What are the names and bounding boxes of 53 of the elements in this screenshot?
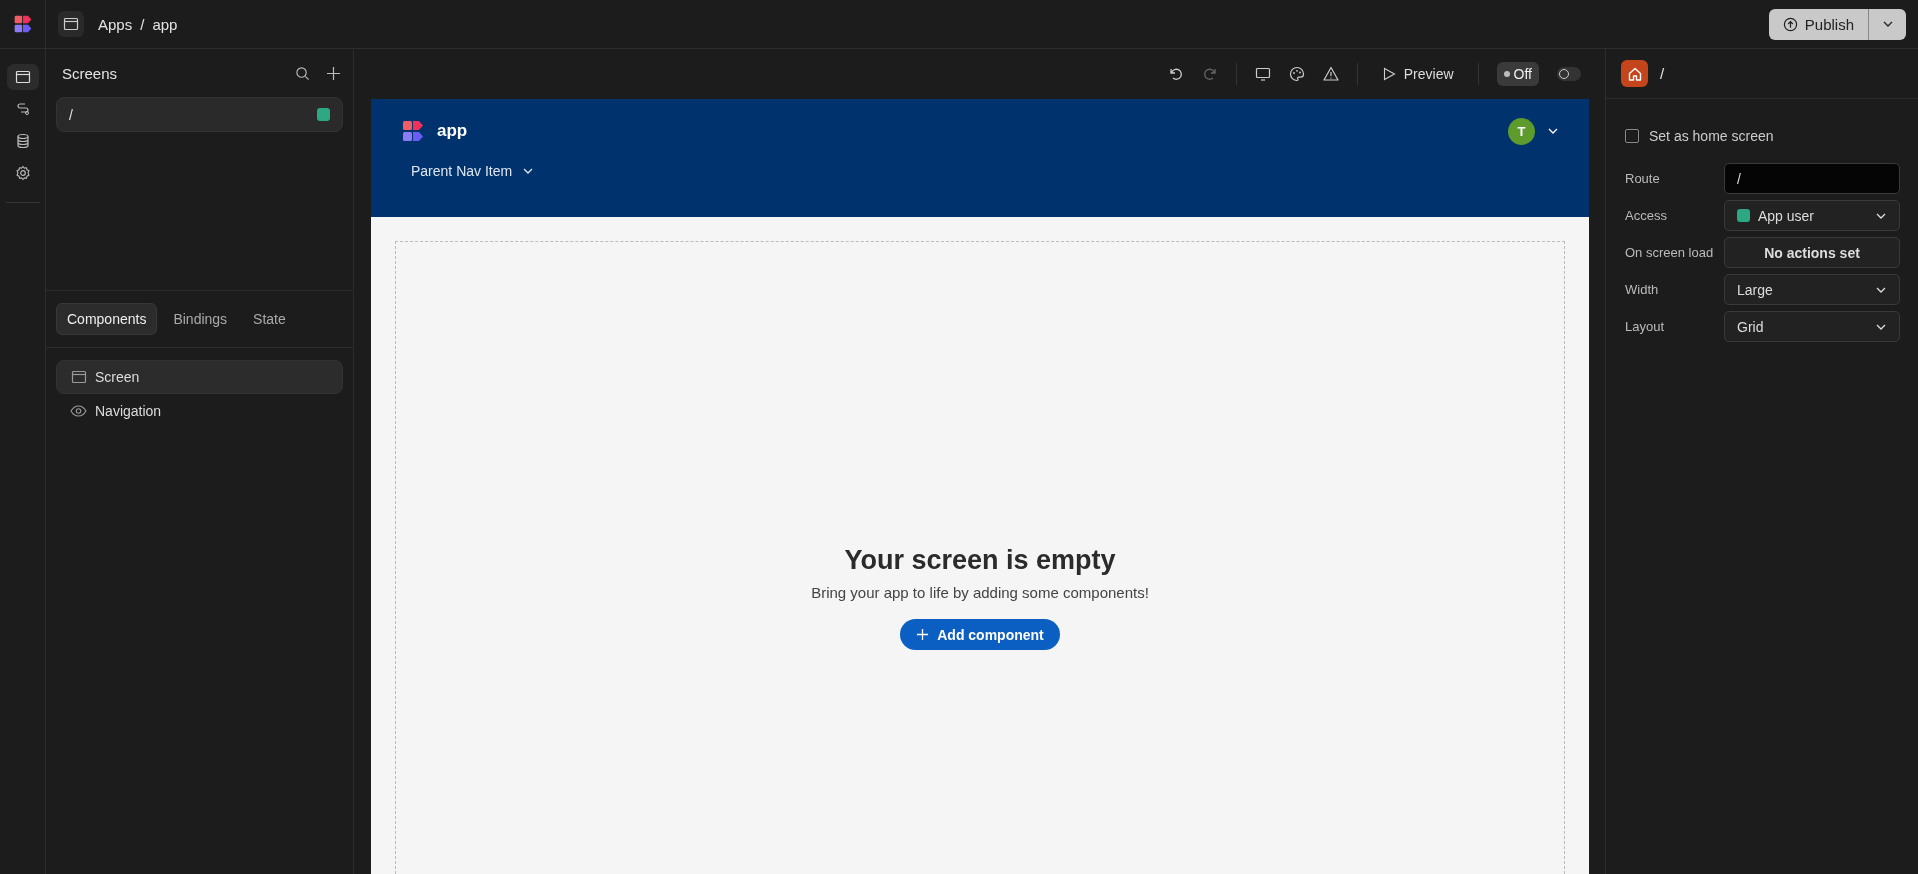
- logo-icon: [401, 119, 425, 143]
- field-label: Layout: [1625, 319, 1666, 334]
- home-icon: [1621, 60, 1648, 87]
- tree-item[interactable]: Navigation: [56, 395, 343, 427]
- database-icon: [14, 133, 31, 149]
- field-label: On screen load: [1625, 245, 1715, 260]
- field-label: Width: [1625, 282, 1660, 297]
- screen-icon: [71, 369, 87, 385]
- breadcrumb-separator: /: [140, 15, 145, 33]
- app-name: app: [437, 121, 469, 141]
- nav-item[interactable]: Parent Nav Item: [411, 163, 535, 179]
- select-field[interactable]: Grid: [1724, 311, 1900, 342]
- breadcrumb-link[interactable]: Apps: [98, 15, 133, 33]
- add-icon[interactable]: [326, 65, 341, 81]
- tree-item[interactable]: Screen: [56, 360, 343, 394]
- screen-toggle-button[interactable]: [58, 11, 84, 37]
- status-badge: Off: [1496, 62, 1539, 86]
- breadcrumb-link[interactable]: app: [152, 15, 178, 33]
- window-icon: [63, 16, 79, 32]
- select-field[interactable]: App user: [1724, 200, 1900, 231]
- rail-button[interactable]: [6, 64, 39, 90]
- actions-button[interactable]: No actions set: [1724, 237, 1900, 268]
- empty-text: Bring your app to life by adding some components!: [811, 584, 1149, 601]
- palette-icon[interactable]: [1288, 66, 1305, 82]
- select-field[interactable]: Large: [1724, 274, 1900, 305]
- empty-title: Your screen is empty: [844, 545, 1116, 576]
- screen-route: /: [1660, 65, 1665, 82]
- redo-icon[interactable]: [1201, 66, 1218, 82]
- plus-icon: [916, 628, 930, 641]
- checkbox-label: Set as home screen: [1649, 128, 1774, 144]
- logo-icon: [12, 14, 33, 34]
- home-checkbox[interactable]: [1625, 129, 1639, 143]
- screen-icon: [14, 69, 31, 85]
- tab[interactable]: Components: [56, 303, 158, 335]
- toggle-switch[interactable]: [1557, 67, 1581, 81]
- route-field[interactable]: /: [1724, 163, 1900, 194]
- warning-icon[interactable]: [1322, 66, 1339, 82]
- settings-icon: [14, 165, 31, 181]
- play-icon: [1381, 67, 1396, 81]
- panel-title: Screens: [62, 64, 119, 82]
- eye-icon: [70, 405, 87, 417]
- route-icon: [14, 101, 31, 117]
- field-label: Route: [1625, 171, 1661, 186]
- field-label: Access: [1625, 208, 1668, 223]
- tab[interactable]: State: [243, 303, 296, 335]
- tab[interactable]: Bindings: [163, 303, 238, 335]
- screen-item[interactable]: /: [56, 97, 343, 132]
- upload-icon: [1782, 16, 1798, 32]
- preview-button[interactable]: Preview: [1375, 65, 1460, 83]
- monitor-icon[interactable]: [1254, 66, 1271, 82]
- undo-icon[interactable]: [1167, 66, 1184, 82]
- search-icon[interactable]: [295, 65, 310, 81]
- add-component-button[interactable]: Add component: [900, 619, 1060, 650]
